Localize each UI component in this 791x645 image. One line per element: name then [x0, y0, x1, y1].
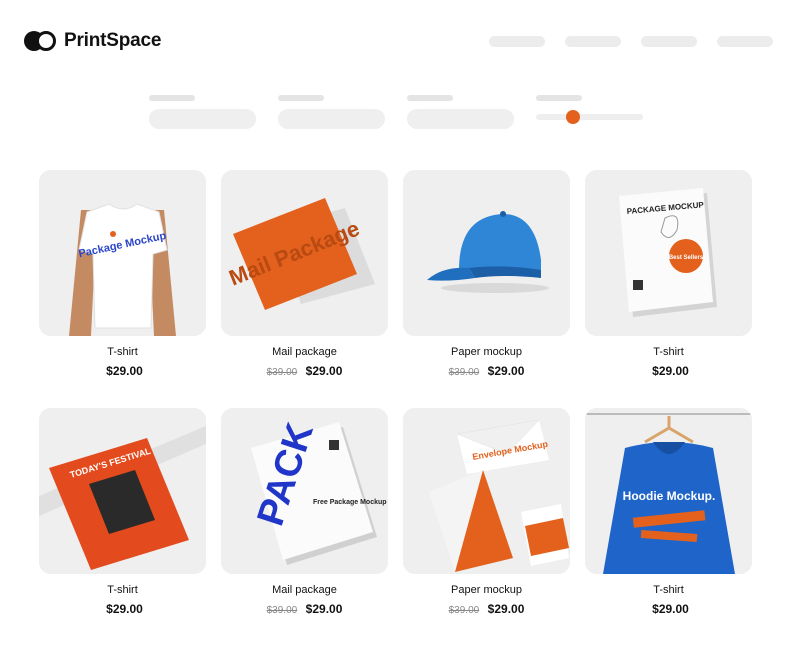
price-row: $39.00 $29.00: [221, 600, 388, 618]
old-price: $39.00: [448, 367, 480, 378]
old-price: $39.00: [266, 367, 298, 378]
old-price: $39.00: [448, 605, 480, 616]
price: $29.00: [305, 364, 343, 378]
filter-label-placeholder: [149, 95, 195, 101]
filter-label-placeholder: [536, 95, 582, 101]
pack-small-text: Free Package Mockup: [313, 499, 387, 506]
nav-item-3[interactable]: [641, 36, 697, 47]
product-card[interactable]: Mail Package Mail package $39.00 $29.00: [221, 170, 388, 408]
price-range-track[interactable]: [536, 110, 643, 124]
price-row: $29.00: [39, 600, 206, 618]
product-card[interactable]: Paper mockup $39.00 $29.00: [403, 170, 570, 408]
price-row: $29.00: [39, 362, 206, 380]
product-title: T-shirt: [107, 584, 138, 596]
filter-select-1[interactable]: [149, 109, 256, 129]
filter-select-3[interactable]: [407, 109, 514, 129]
product-title: T-shirt: [653, 346, 684, 358]
product-card[interactable]: Hoodie Mockup. T-shirt $29.00: [585, 408, 752, 645]
product-title: T-shirt: [653, 584, 684, 596]
price: $29.00: [106, 364, 143, 378]
price-range-thumb[interactable]: [566, 110, 581, 124]
nav-item-2[interactable]: [565, 36, 621, 47]
product-title: Mail package: [272, 584, 337, 596]
badge-text: Best Sellers: [669, 255, 704, 261]
filter-label-placeholder: [407, 95, 453, 101]
brand-name: PrintSpace: [64, 30, 162, 51]
price-row: $29.00: [585, 600, 752, 618]
filter-1: [149, 95, 256, 129]
filter-3: [407, 95, 514, 129]
price: $29.00: [652, 364, 689, 378]
product-image-poster[interactable]: TODAY'S FESTIVAL: [39, 408, 206, 574]
product-card[interactable]: Envelope Mockup Paper mockup $39.00 $29.…: [403, 408, 570, 645]
product-card[interactable]: Package Mockup T-shirt $29.00: [39, 170, 206, 408]
filter-2: [278, 95, 385, 129]
product-image-cap[interactable]: [403, 170, 570, 336]
product-card[interactable]: PACKAGE MOCKUP Best Sellers T-shirt $29.…: [585, 170, 752, 408]
top-nav: [489, 36, 773, 47]
product-image-hoodie[interactable]: Hoodie Mockup.: [585, 408, 752, 574]
product-image-mail-package[interactable]: Mail Package: [221, 170, 388, 336]
price: $29.00: [106, 602, 143, 616]
product-title: Paper mockup: [451, 346, 522, 358]
brand-logo[interactable]: PrintSpace: [24, 30, 161, 52]
price-row: $29.00: [585, 362, 752, 380]
price: $29.00: [487, 364, 525, 378]
logo-icon: [24, 31, 56, 51]
product-image-package[interactable]: PACKAGE MOCKUP Best Sellers: [585, 170, 752, 336]
product-grid: Package Mockup T-shirt $29.00 Mail Packa…: [39, 170, 752, 645]
old-price: $39.00: [266, 605, 298, 616]
price: $29.00: [652, 602, 689, 616]
product-image-envelope[interactable]: Envelope Mockup: [403, 408, 570, 574]
hoodie-print-text: Hoodie Mockup.: [623, 489, 716, 503]
price-row: $39.00 $29.00: [403, 600, 570, 618]
product-image-pack[interactable]: PACK Free Package Mockup: [221, 408, 388, 574]
product-card[interactable]: PACK Free Package Mockup Mail package $3…: [221, 408, 388, 645]
filter-select-2[interactable]: [278, 109, 385, 129]
price-range-filter: [536, 95, 643, 129]
nav-item-4[interactable]: [717, 36, 773, 47]
product-card[interactable]: TODAY'S FESTIVAL T-shirt $29.00: [39, 408, 206, 645]
product-title: Mail package: [272, 346, 337, 358]
filter-bar: [149, 95, 643, 129]
product-title: T-shirt: [107, 346, 138, 358]
price-row: $39.00 $29.00: [221, 362, 388, 380]
product-image-tshirt[interactable]: Package Mockup: [39, 170, 206, 336]
product-title: Paper mockup: [451, 584, 522, 596]
price: $29.00: [487, 602, 525, 616]
price-row: $39.00 $29.00: [403, 362, 570, 380]
price: $29.00: [305, 602, 343, 616]
filter-label-placeholder: [278, 95, 324, 101]
nav-item-1[interactable]: [489, 36, 545, 47]
